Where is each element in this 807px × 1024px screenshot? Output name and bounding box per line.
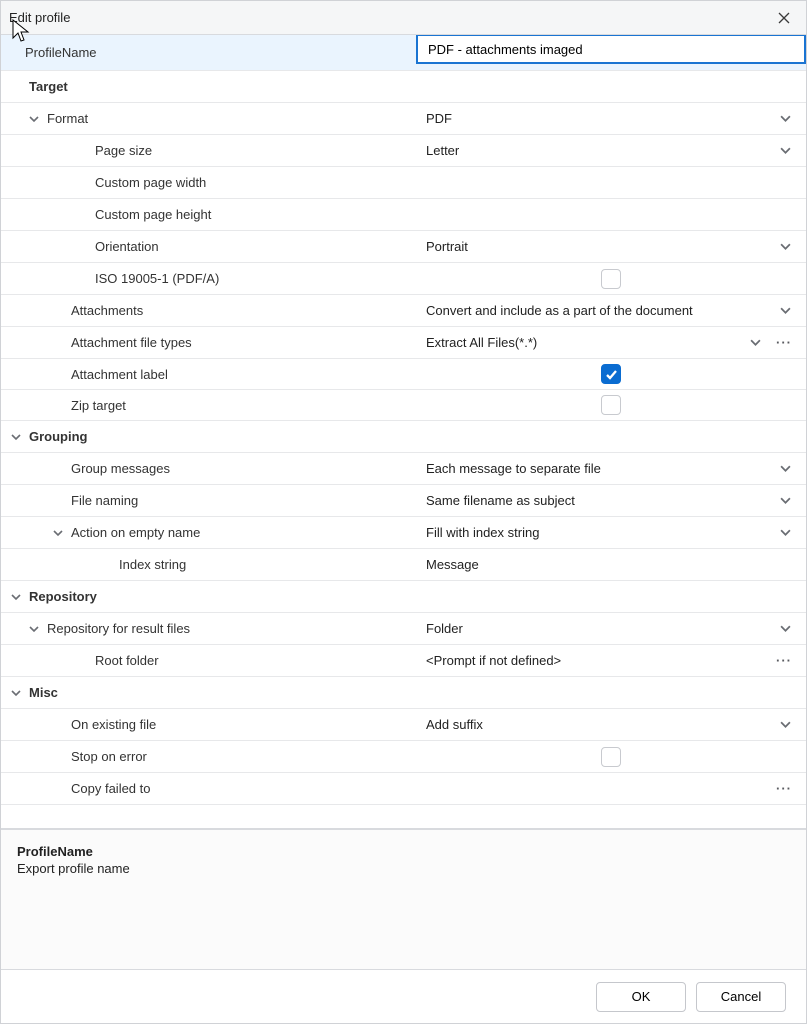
chevron-down-icon[interactable]	[25, 624, 43, 634]
row-page-size[interactable]: Page size Letter	[1, 135, 806, 167]
row-group-messages[interactable]: Group messages Each message to separate …	[1, 453, 806, 485]
profile-name-input[interactable]	[426, 41, 796, 58]
ellipsis-button[interactable]: ···	[772, 335, 796, 350]
dropdown-icon[interactable]	[744, 337, 766, 348]
iso-pdfa-checkbox[interactable]	[601, 269, 621, 289]
description-pane: ProfileName Export profile name	[1, 829, 806, 969]
dropdown-icon[interactable]	[774, 527, 796, 538]
chevron-down-icon[interactable]	[49, 528, 67, 538]
button-bar: OK Cancel	[1, 969, 806, 1023]
property-grid: ProfileName Target Format PDF Page size …	[1, 35, 806, 829]
row-attachment-label[interactable]: Attachment label	[1, 359, 806, 390]
dropdown-icon[interactable]	[774, 719, 796, 730]
row-attachment-file-types[interactable]: Attachment file types Extract All Files(…	[1, 327, 806, 359]
stop-on-error-checkbox[interactable]	[601, 747, 621, 767]
row-copy-failed-to[interactable]: Copy failed to ···	[1, 773, 806, 805]
window-title: Edit profile	[9, 10, 766, 25]
dropdown-icon[interactable]	[774, 623, 796, 634]
chevron-down-icon[interactable]	[25, 114, 43, 124]
row-orientation[interactable]: Orientation Portrait	[1, 231, 806, 263]
chevron-down-icon[interactable]	[7, 432, 25, 442]
row-file-naming[interactable]: File naming Same filename as subject	[1, 485, 806, 517]
section-grouping[interactable]: Grouping	[1, 421, 806, 453]
row-profile-name[interactable]: ProfileName	[1, 35, 806, 71]
row-stop-on-error[interactable]: Stop on error	[1, 741, 806, 773]
section-target[interactable]: Target	[1, 71, 806, 103]
dropdown-icon[interactable]	[774, 145, 796, 156]
profile-name-label: ProfileName	[25, 45, 97, 60]
ellipsis-button[interactable]: ···	[772, 781, 796, 796]
row-on-existing-file[interactable]: On existing file Add suffix	[1, 709, 806, 741]
description-text: Export profile name	[17, 861, 790, 876]
attachment-label-checkbox[interactable]	[601, 364, 621, 384]
row-iso-pdfa[interactable]: ISO 19005-1 (PDF/A)	[1, 263, 806, 295]
row-index-string[interactable]: Index string Message	[1, 549, 806, 581]
row-custom-page-height[interactable]: Custom page height	[1, 199, 806, 231]
row-zip-target[interactable]: Zip target	[1, 390, 806, 421]
section-repository[interactable]: Repository	[1, 581, 806, 613]
row-format[interactable]: Format PDF	[1, 103, 806, 135]
cancel-button[interactable]: Cancel	[696, 982, 786, 1012]
zip-target-checkbox[interactable]	[601, 395, 621, 415]
row-custom-page-width[interactable]: Custom page width	[1, 167, 806, 199]
row-root-folder[interactable]: Root folder <Prompt if not defined> ···	[1, 645, 806, 677]
row-attachments[interactable]: Attachments Convert and include as a par…	[1, 295, 806, 327]
dropdown-icon[interactable]	[774, 495, 796, 506]
dropdown-icon[interactable]	[774, 305, 796, 316]
chevron-down-icon[interactable]	[7, 592, 25, 602]
profile-name-input-wrap[interactable]	[416, 35, 806, 64]
ok-button[interactable]: OK	[596, 982, 686, 1012]
titlebar: Edit profile	[1, 1, 806, 35]
close-icon	[778, 12, 790, 24]
dropdown-icon[interactable]	[774, 463, 796, 474]
row-repository-result-files[interactable]: Repository for result files Folder	[1, 613, 806, 645]
dropdown-icon[interactable]	[774, 241, 796, 252]
ellipsis-button[interactable]: ···	[772, 653, 796, 668]
dropdown-icon[interactable]	[774, 113, 796, 124]
description-title: ProfileName	[17, 844, 790, 859]
chevron-down-icon[interactable]	[7, 688, 25, 698]
close-button[interactable]	[766, 4, 802, 32]
row-action-on-empty-name[interactable]: Action on empty name Fill with index str…	[1, 517, 806, 549]
section-misc[interactable]: Misc	[1, 677, 806, 709]
